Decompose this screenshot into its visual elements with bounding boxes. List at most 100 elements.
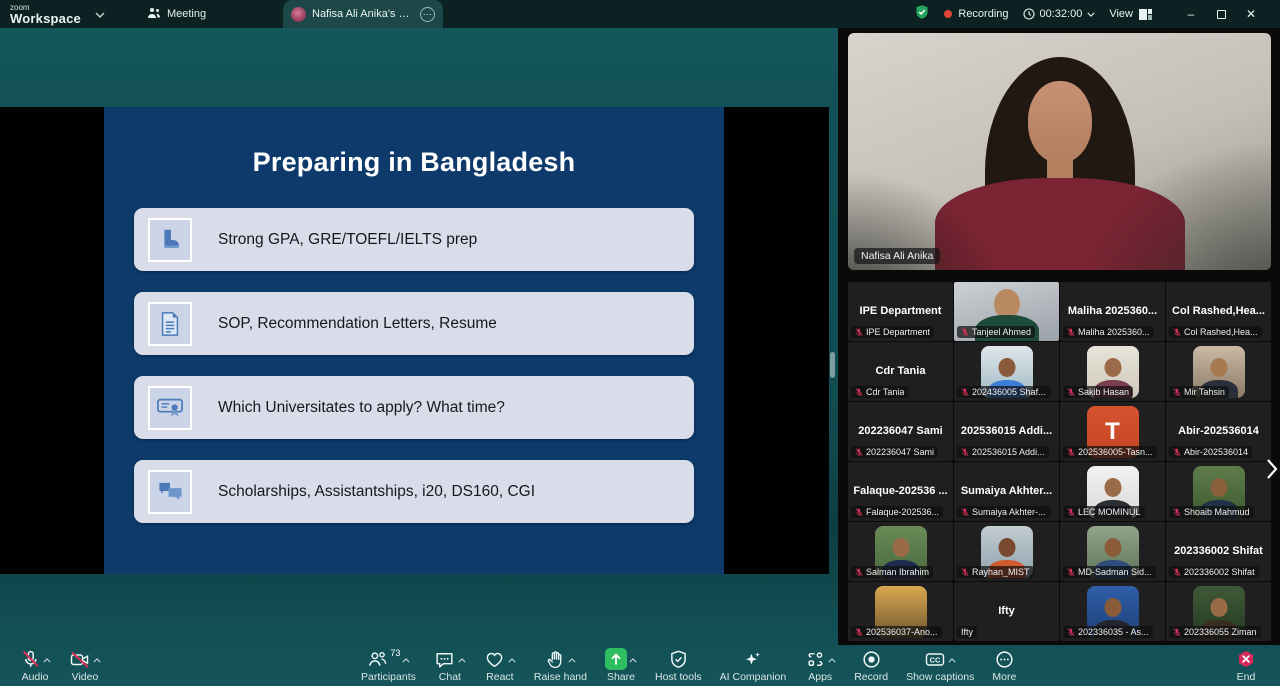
- view-layout-icon: [1139, 9, 1152, 20]
- raise-hand-icon: [544, 648, 566, 670]
- share-button[interactable]: Share: [596, 645, 646, 683]
- end-button[interactable]: End: [1226, 645, 1266, 683]
- security-shield-icon[interactable]: [914, 4, 930, 25]
- participant-tile[interactable]: Sakib Hasan: [1060, 342, 1165, 401]
- audio-button[interactable]: Audio: [10, 645, 60, 683]
- participant-tile[interactable]: Cdr Tania Cdr Tania: [848, 342, 953, 401]
- participant-tile[interactable]: Salman Ibrahim: [848, 522, 953, 581]
- presentation-slide: Preparing in Bangladesh Strong GPA, GRE/…: [104, 107, 724, 574]
- muted-mic-icon: [855, 388, 863, 397]
- participant-tile[interactable]: 202336035 - As...: [1060, 582, 1165, 641]
- participant-name-label: Shoaib Mahmud: [1169, 506, 1254, 518]
- react-button[interactable]: React: [475, 645, 525, 683]
- muted-mic-icon: [961, 448, 969, 457]
- participant-tile[interactable]: 202336055 Ziman: [1166, 582, 1271, 641]
- participant-tile[interactable]: 202236047 Sami 202236047 Sami: [848, 402, 953, 461]
- participant-tile[interactable]: Col Rashed,Hea... Col Rashed,Hea...: [1166, 282, 1271, 341]
- participant-name-label: Col Rashed,Hea...: [1169, 326, 1262, 338]
- maximize-button[interactable]: [1206, 0, 1236, 28]
- participant-tile[interactable]: 202436005 Shaf...: [954, 342, 1059, 401]
- chevron-up-icon[interactable]: [93, 650, 101, 668]
- participants-button[interactable]: 73 Participants: [352, 645, 425, 683]
- muted-mic-icon: [1067, 448, 1075, 457]
- chevron-up-icon[interactable]: [828, 650, 836, 668]
- zoom-meeting-window: zoom Workspace Meeting Nafisa Ali Anika'…: [0, 0, 1280, 686]
- record-button[interactable]: Record: [845, 645, 897, 683]
- boot-icon: [148, 218, 192, 262]
- participant-tile[interactable]: Ifty Ifty: [954, 582, 1059, 641]
- minimize-button[interactable]: –: [1176, 0, 1206, 28]
- tab-avatar: [291, 7, 306, 22]
- chevron-down-icon[interactable]: [95, 5, 105, 23]
- muted-mic-icon: [855, 508, 863, 517]
- participant-name-label: 202336002 Shifat: [1169, 566, 1259, 578]
- participant-tile[interactable]: Tanjeel Ahmed: [954, 282, 1059, 341]
- video-button[interactable]: Video: [60, 645, 110, 683]
- participant-name-label: LEC MOMINUL: [1063, 506, 1145, 518]
- participant-tile[interactable]: Sumaiya Akhter... Sumaiya Akhter-...: [954, 462, 1059, 521]
- close-button[interactable]: ✕: [1236, 0, 1266, 28]
- chevron-up-icon[interactable]: [568, 650, 576, 668]
- chevron-down-icon: [1087, 12, 1095, 17]
- show-captions-button[interactable]: CC Show captions: [897, 645, 983, 683]
- gallery-scrollbar[interactable]: [830, 352, 835, 378]
- participant-tile[interactable]: 202536015 Addi... 202536015 Addi...: [954, 402, 1059, 461]
- chat-icon: [434, 648, 456, 670]
- diploma-icon: [148, 386, 192, 430]
- participant-tile[interactable]: Shoaib Mahmud: [1166, 462, 1271, 521]
- participant-tile[interactable]: MD-Sadman Sid...: [1060, 522, 1165, 581]
- recording-indicator[interactable]: Recording: [944, 8, 1008, 20]
- participant-name-label: Ifty: [957, 626, 977, 638]
- participant-tile[interactable]: 202536037-Ano...: [848, 582, 953, 641]
- chevron-up-icon[interactable]: [629, 650, 637, 668]
- muted-mic-icon: [1067, 328, 1075, 337]
- chevron-up-icon[interactable]: [43, 650, 51, 668]
- participant-tile[interactable]: Abir-202536014 Abir-202536014: [1166, 402, 1271, 461]
- captions-cc-icon: CC: [924, 648, 946, 670]
- apps-button[interactable]: Apps: [795, 645, 845, 683]
- participant-tile[interactable]: Falaque-202536 ... Falaque-202536...: [848, 462, 953, 521]
- participant-tile[interactable]: Maliha 2025360... Maliha 2025360...: [1060, 282, 1165, 341]
- chevron-up-icon[interactable]: [402, 650, 410, 668]
- participant-name-label: Cdr Tania: [851, 386, 908, 398]
- view-label: View: [1109, 8, 1133, 20]
- participant-name-label: Falaque-202536...: [851, 506, 943, 518]
- participant-tile[interactable]: Mir Tahsin: [1166, 342, 1271, 401]
- raise-hand-button[interactable]: Raise hand: [525, 645, 596, 683]
- more-button[interactable]: More: [983, 645, 1025, 683]
- participant-name-label: Sakib Hasan: [1063, 386, 1133, 398]
- tab-meeting[interactable]: Meeting: [147, 7, 206, 22]
- muted-mic-icon: [961, 568, 969, 577]
- participant-tile[interactable]: 202336002 Shifat 202336002 Shifat: [1166, 522, 1271, 581]
- gallery-next-page-button[interactable]: [1266, 458, 1278, 485]
- host-tools-button[interactable]: Host tools: [646, 645, 711, 683]
- active-speaker-video[interactable]: Nafisa Ali Anika: [848, 33, 1271, 270]
- participant-tile[interactable]: LEC MOMINUL: [1060, 462, 1165, 521]
- title-bar: zoom Workspace Meeting Nafisa Ali Anika'…: [0, 0, 1280, 28]
- chevron-up-icon[interactable]: [458, 650, 466, 668]
- timer-value: 00:32:00: [1040, 8, 1083, 20]
- participant-name-label: Sumaiya Akhter-...: [957, 506, 1050, 518]
- slide-bullet-text: Strong GPA, GRE/TOEFL/IELTS prep: [218, 231, 477, 249]
- ai-companion-button[interactable]: AI Companion: [711, 645, 796, 683]
- brand-workspace: Workspace: [10, 12, 81, 25]
- chat-button[interactable]: Chat: [425, 645, 475, 683]
- chevron-up-icon[interactable]: [948, 650, 956, 668]
- muted-mic-icon: [961, 388, 969, 397]
- participant-tile[interactable]: Rayhan_MIST: [954, 522, 1059, 581]
- participant-name-label: Tanjeel Ahmed: [957, 326, 1035, 338]
- chevron-up-icon[interactable]: [508, 650, 516, 668]
- muted-mic-icon: [855, 328, 863, 337]
- share-icon: [605, 648, 627, 670]
- view-button[interactable]: View: [1109, 8, 1152, 20]
- sparkle-icon: [742, 648, 764, 670]
- participant-tile[interactable]: IPE Department IPE Department: [848, 282, 953, 341]
- mic-muted-icon: [19, 648, 41, 670]
- tab-options-icon[interactable]: ⋯: [420, 7, 435, 22]
- slide-bullet-card: Which Universitates to apply? What time?: [134, 376, 694, 439]
- tab-shared-screen[interactable]: Nafisa Ali Anika's screen ⋯: [283, 0, 443, 28]
- recording-label: Recording: [958, 8, 1008, 20]
- participant-tile[interactable]: T 202536005-Tasn...: [1060, 402, 1165, 461]
- shield-check-icon: [667, 648, 689, 670]
- meeting-timer[interactable]: 00:32:00: [1023, 8, 1096, 20]
